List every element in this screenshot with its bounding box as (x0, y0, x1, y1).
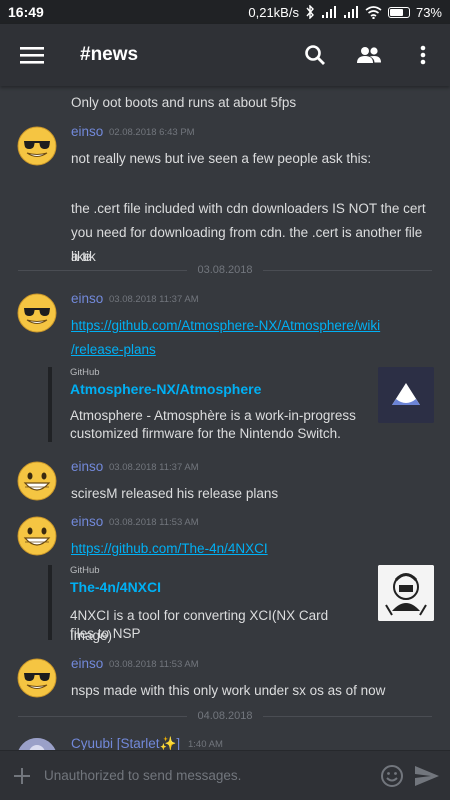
signal-icon (343, 5, 358, 18)
divider-date: 04.08.2018 (197, 710, 253, 722)
message-text: not really news but ive seen a few peopl… (71, 151, 372, 166)
search-icon (305, 45, 325, 65)
sunglasses-emoji-avatar-icon (17, 293, 57, 333)
message-author[interactable]: einso (71, 124, 103, 139)
message-text: the .cert file included with cdn downloa… (71, 201, 426, 216)
message-timestamp: 03.08.2018 11:53 AM (109, 517, 199, 528)
avatar[interactable] (17, 461, 57, 501)
hamburger-menu-icon (20, 47, 44, 64)
date-divider: 04.08.2018 (18, 709, 432, 723)
message-author[interactable]: einso (71, 656, 103, 671)
github-avatar-icon (378, 565, 434, 621)
sunglasses-emoji-avatar-icon (17, 126, 57, 166)
message-timestamp: 03.08.2018 11:53 AM (109, 659, 199, 670)
message-author[interactable]: Cyuubi [Starlet✨] (71, 736, 180, 750)
grin-emoji-avatar-icon (17, 516, 57, 556)
overflow-menu-button[interactable] (396, 24, 450, 86)
message-link[interactable]: /release-plans (71, 342, 156, 357)
search-button[interactable] (288, 24, 342, 86)
message-text: Only oot boots and runs at about 5fps (71, 95, 297, 110)
message-input-placeholder[interactable]: Unauthorized to send messages. (44, 768, 241, 783)
net-speed: 0,21kB/s (248, 4, 299, 20)
message-author[interactable]: einso (71, 514, 103, 529)
divider-line (18, 269, 188, 271)
avatar[interactable] (17, 738, 57, 750)
embed-title[interactable]: The-4n/4NXCI (70, 579, 161, 595)
bluetooth-icon (306, 5, 314, 19)
members-icon (357, 47, 381, 63)
members-button[interactable] (342, 24, 396, 86)
embed-description: Atmosphere - Atmosphère is a work-in-pro… (70, 408, 356, 423)
sunglasses-emoji-avatar-icon (17, 658, 57, 698)
avatar[interactable] (17, 126, 57, 166)
status-time: 16:49 (8, 4, 44, 20)
message-timestamp: 02.08.2018 6:43 PM (109, 127, 195, 138)
user-avatar-icon (17, 738, 57, 750)
menu-button[interactable] (0, 24, 64, 86)
message-text: sciresM released his release plans (71, 486, 279, 501)
signal-icon (321, 5, 336, 18)
embed-thumbnail[interactable] (378, 367, 434, 423)
message-list[interactable]: Only oot boots and runs at about 5fps ei… (0, 86, 450, 750)
message-author[interactable]: einso (71, 291, 103, 306)
message-author[interactable]: einso (71, 459, 103, 474)
add-icon (14, 767, 30, 784)
battery-icon (387, 6, 410, 18)
wifi-icon (365, 5, 382, 19)
embed-thumbnail[interactable] (378, 565, 434, 621)
message-timestamp: 1:40 AM (188, 739, 223, 750)
status-bar: 16:49 0,21kB/s 73% (0, 0, 450, 24)
overflow-menu-icon (420, 45, 426, 65)
date-divider: 03.08.2018 (18, 263, 432, 277)
avatar[interactable] (17, 516, 57, 556)
message-timestamp: 03.08.2018 11:37 AM (109, 462, 199, 473)
avatar[interactable] (17, 293, 57, 333)
message-link[interactable]: https://github.com/Atmosphere-NX/Atmosph… (71, 318, 380, 333)
divider-line (18, 715, 188, 717)
link-embed[interactable]: GitHub The-4n/4NXCI 4NXCI is a tool for … (48, 565, 436, 643)
channel-header: #news (0, 24, 450, 86)
message-link[interactable]: https://github.com/The-4n/4NXCI (71, 541, 268, 556)
add-attachment-button[interactable] (0, 767, 44, 785)
embed-description: customized firmware for the Nintendo Swi… (70, 426, 341, 441)
avatar[interactable] (17, 658, 57, 698)
message-timestamp: 03.08.2018 11:37 AM (109, 294, 199, 305)
send-icon[interactable] (414, 765, 440, 787)
atmosphere-logo-icon (378, 367, 434, 423)
battery-percent: 73% (415, 4, 442, 20)
message-composer: Unauthorized to send messages. (0, 750, 450, 800)
embed-description: files to NSP (70, 626, 141, 641)
embed-title[interactable]: Atmosphere-NX/Atmosphere (70, 381, 261, 397)
emoji-icon[interactable] (380, 764, 404, 788)
message-text: nsps made with this only work under sx o… (71, 683, 386, 698)
divider-date: 03.08.2018 (197, 264, 253, 276)
divider-line (262, 269, 432, 271)
embed-provider: GitHub (70, 367, 100, 378)
channel-title: #news (80, 44, 139, 65)
divider-line (262, 715, 432, 717)
grin-emoji-avatar-icon (17, 461, 57, 501)
embed-provider: GitHub (70, 565, 100, 576)
link-embed[interactable]: GitHub Atmosphere-NX/Atmosphere Atmosphe… (48, 367, 436, 442)
